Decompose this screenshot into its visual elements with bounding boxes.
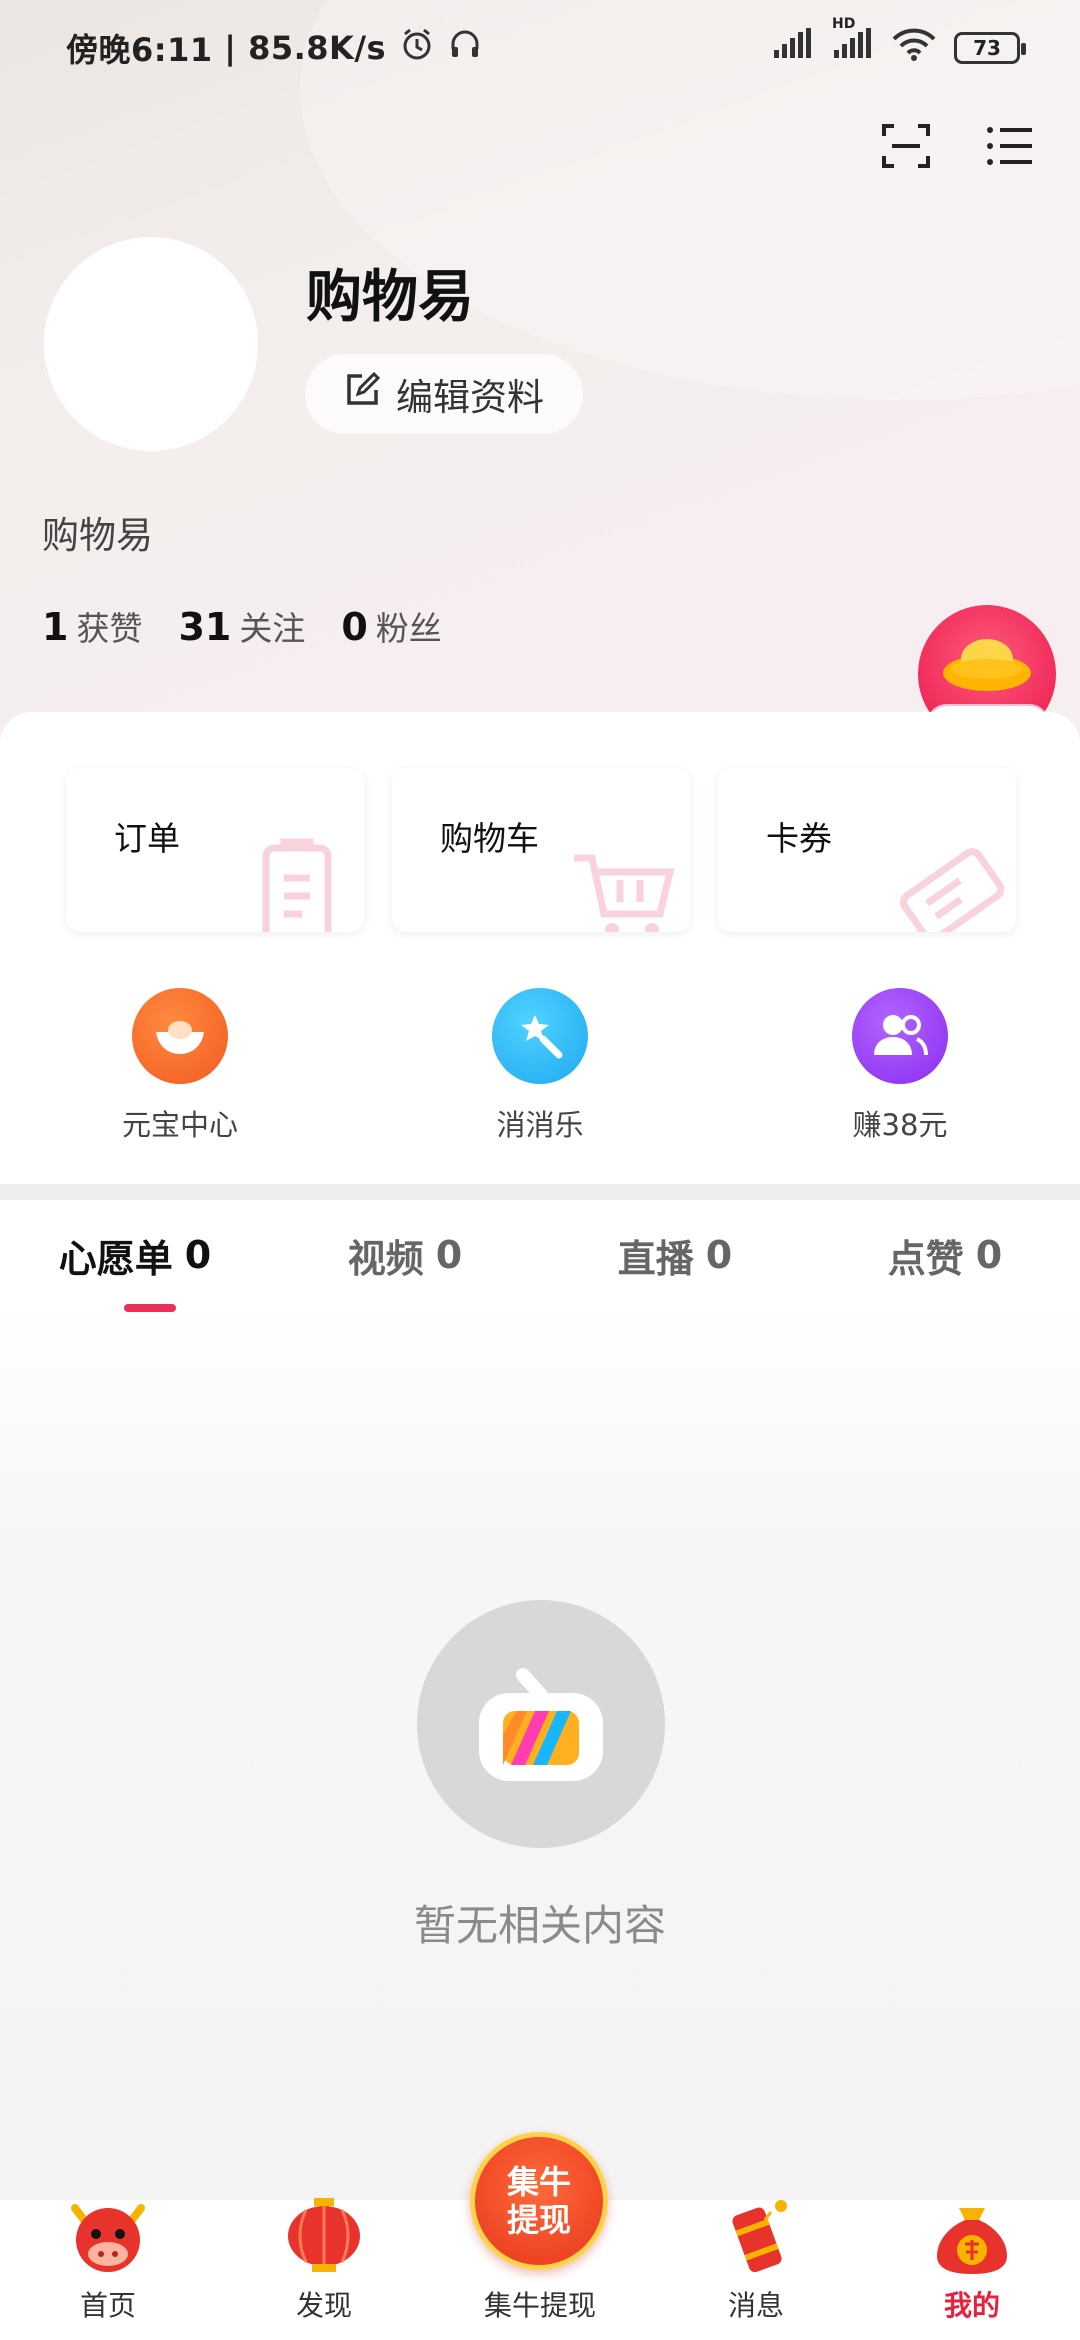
cart-icon — [570, 834, 680, 932]
gold-ingot-icon — [940, 633, 1034, 693]
profile-stats: 1 获赞 31 关注 0 粉丝 — [42, 602, 442, 650]
magic-wand-icon — [492, 988, 588, 1084]
edit-icon — [344, 371, 381, 417]
ticket-icon — [896, 834, 1006, 932]
card-orders[interactable]: 订单 — [66, 768, 364, 932]
signal-hd-icon: HD — [832, 16, 874, 68]
empty-state-illustration — [417, 1600, 665, 1848]
tab-likes[interactable]: 点赞 0 — [810, 1200, 1080, 1310]
shortcut-xiaoxiaole[interactable]: 消消乐 — [360, 988, 720, 1144]
tab-videos[interactable]: 视频 0 — [270, 1200, 540, 1310]
top-actions — [880, 120, 1036, 172]
username: 购物易 — [306, 265, 474, 330]
center-badge-line2: 提现 — [506, 2201, 571, 2239]
tab-wishlist[interactable]: 心愿单 0 — [0, 1200, 270, 1310]
alarm-icon — [400, 27, 434, 69]
card-cart[interactable]: 购物车 — [392, 768, 690, 932]
tab-live[interactable]: 直播 0 — [540, 1200, 810, 1310]
stat-fans[interactable]: 0 粉丝 — [341, 602, 441, 650]
ingot-icon — [132, 988, 228, 1084]
service-cards: 订单 购物车 卡券 — [66, 768, 1016, 932]
ox-face-icon — [65, 2194, 151, 2280]
edit-profile-button[interactable]: 编辑资料 — [305, 354, 583, 434]
shortcut-row: 元宝中心 消消乐 赚38元 — [0, 988, 1080, 1144]
headphones-icon — [448, 27, 482, 69]
content-tabs: 心愿单 0 视频 0 直播 0 点赞 0 — [0, 1200, 1080, 1310]
active-tab-indicator — [124, 1304, 176, 1312]
shortcut-yuanbao-center[interactable]: 元宝中心 — [0, 988, 360, 1144]
lucky-bag-icon — [929, 2194, 1015, 2280]
shortcut-earn-money[interactable]: 赚38元 — [720, 988, 1080, 1144]
card-coupons[interactable]: 卡券 — [718, 768, 1016, 932]
status-speed: 85.8K/s — [248, 28, 387, 67]
firecracker-icon — [713, 2194, 799, 2280]
menu-list-icon[interactable] — [984, 120, 1036, 172]
nav-mine[interactable]: 我的 — [864, 2200, 1080, 2340]
stat-following[interactable]: 31 关注 — [178, 602, 305, 650]
center-badge-line1: 集牛 — [506, 2163, 571, 2201]
status-time: 傍晚6:11 — [66, 30, 213, 69]
battery-indicator: 73 — [954, 31, 1026, 64]
profile-bio: 购物易 — [42, 514, 153, 557]
edit-profile-label: 编辑资料 — [396, 376, 544, 419]
stat-likes[interactable]: 1 获赞 — [42, 602, 142, 650]
nav-discover[interactable]: 发现 — [216, 2198, 432, 2340]
avatar[interactable] — [44, 237, 258, 451]
nav-home[interactable]: 首页 — [0, 2200, 216, 2340]
signal-icon — [772, 27, 814, 68]
hd-label: HD — [832, 15, 856, 32]
clipboard-icon — [244, 834, 354, 932]
lantern-icon — [281, 2194, 367, 2280]
status-bar: 傍晚6:11 | 85.8K/s HD 73 — [0, 0, 1080, 95]
users-icon — [852, 988, 948, 1084]
services-panel: 订单 购物车 卡券 元宝中心 消消乐 赚38元 — [0, 712, 1080, 1184]
content-area: 心愿单 0 视频 0 直播 0 点赞 0 暂无相关内容 — [0, 1200, 1080, 2200]
empty-state-text: 暂无相关内容 — [413, 1901, 666, 1950]
nav-messages[interactable]: 消息 — [648, 2200, 864, 2340]
cash-badge-icon[interactable]: 集牛 提现 — [470, 2132, 608, 2270]
wifi-icon — [892, 27, 936, 69]
section-divider — [0, 1184, 1080, 1200]
tv-logo-icon — [471, 1657, 611, 1791]
scan-icon[interactable] — [880, 120, 932, 172]
